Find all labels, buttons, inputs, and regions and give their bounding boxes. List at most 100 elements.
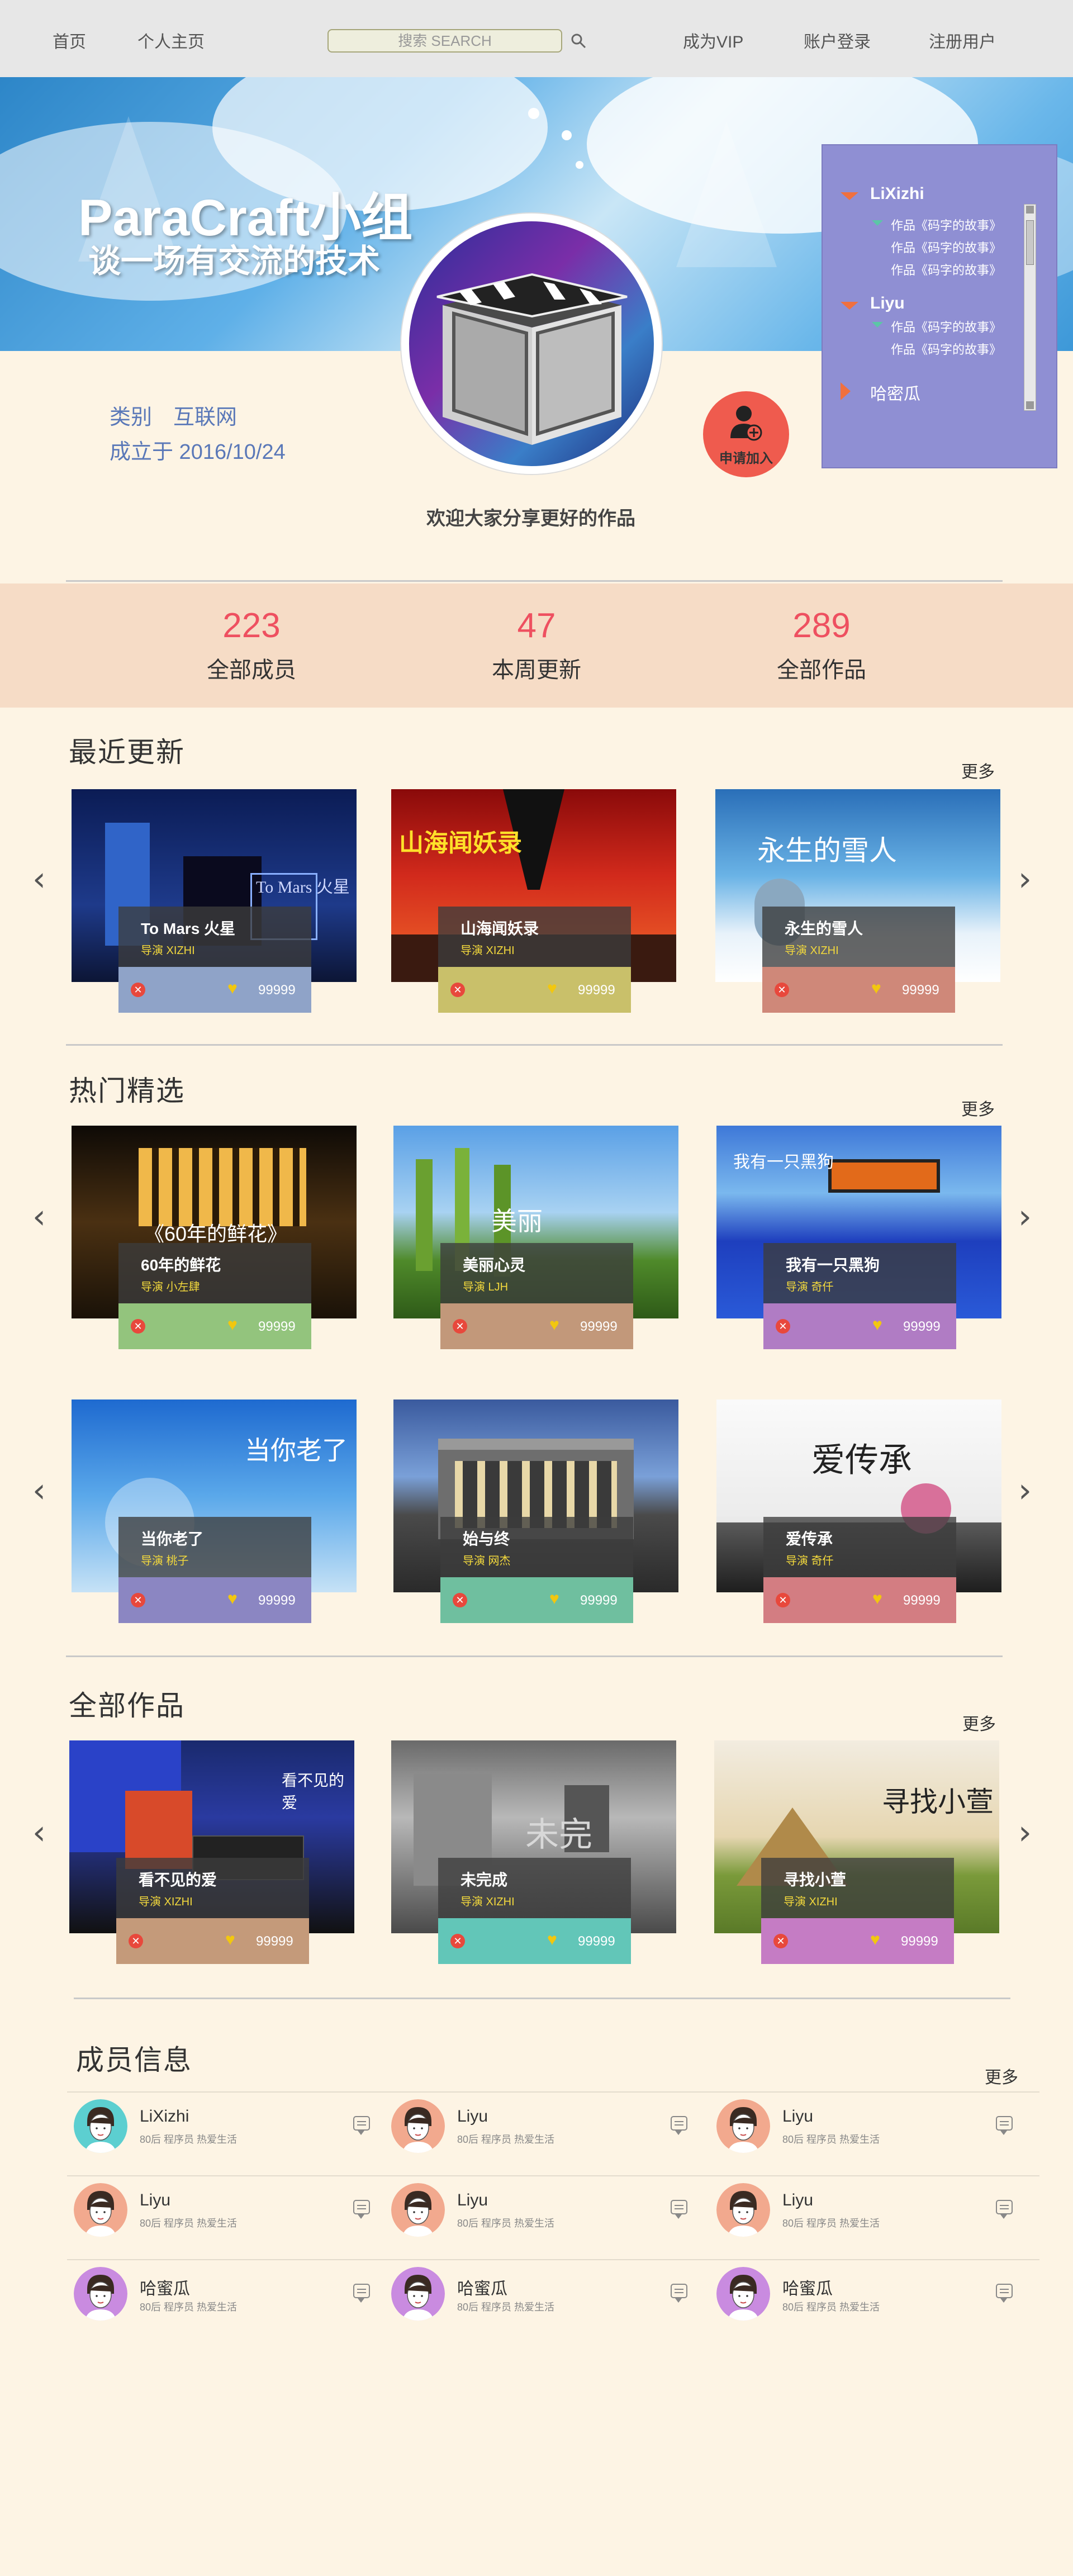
close-icon[interactable]: ✕ [776,1319,790,1334]
next-arrow-icon[interactable]: › [1018,1813,1032,1852]
prev-arrow-icon[interactable]: ‹ [32,1813,46,1852]
avatar[interactable] [716,2099,770,2153]
nav-vip-link[interactable]: 成为VIP [683,28,743,53]
avatar[interactable] [74,2099,127,2153]
heart-icon[interactable]: ♥ [547,1932,557,1948]
close-icon[interactable]: ✕ [131,1593,145,1607]
message-icon[interactable] [671,2116,687,2135]
heart-icon[interactable]: ♥ [870,1932,880,1948]
prev-arrow-icon[interactable]: ‹ [32,1197,46,1236]
heart-icon[interactable]: ♥ [227,1591,238,1607]
member-card[interactable]: 哈蜜瓜 80后 程序员 热爱生活 [74,2267,387,2328]
avatar[interactable] [716,2267,770,2321]
avatar[interactable] [391,2267,445,2321]
member-name[interactable]: 哈蜜瓜 [457,2275,507,2299]
work-card[interactable]: 爱传承 爱传承 导演 奇仟 ✕ ♥ 99999 [716,1400,1001,1623]
work-card[interactable]: 《60年的鲜花》 60年的鲜花 导演 小左肆 ✕ ♥ 99999 [72,1126,357,1349]
tree-user[interactable]: LiXizhi [870,184,924,203]
member-card[interactable]: 哈蜜瓜 80后 程序员 热爱生活 [716,2267,1029,2328]
search-input[interactable]: 搜索 SEARCH [327,29,562,53]
work-card[interactable]: 未完 未完成 导演 XIZHI ✕ ♥ 99999 [391,1740,676,1964]
heart-icon[interactable]: ♥ [872,1317,882,1334]
nav-login-link[interactable]: 账户登录 [804,28,871,53]
close-icon[interactable]: ✕ [129,1934,143,1948]
work-card[interactable]: 山海闻妖录 山海闻妖录 导演 XIZHI ✕ ♥ 99999 [391,789,676,1013]
message-icon[interactable] [353,2284,370,2303]
message-icon[interactable] [671,2200,687,2219]
work-card[interactable]: 当你老了 当你老了 导演 桃子 ✕ ♥ 99999 [72,1400,357,1623]
tree-work-item[interactable]: 作品《码字的故事》 [891,317,1001,335]
heart-icon[interactable]: ♥ [549,1591,559,1607]
stat-works-count[interactable]: 289 [710,606,933,646]
close-icon[interactable]: ✕ [131,983,145,997]
member-name[interactable]: Liyu [140,2191,170,2210]
member-name[interactable]: Liyu [782,2191,813,2210]
close-icon[interactable]: ✕ [453,1319,467,1334]
message-icon[interactable] [996,2200,1013,2219]
stat-updates-count[interactable]: 47 [425,606,648,646]
expand-arrow-icon[interactable] [841,302,858,310]
member-name[interactable]: 哈蜜瓜 [782,2275,833,2299]
members-more-link[interactable]: 更多 [985,2063,1018,2088]
member-name[interactable]: 哈蜜瓜 [140,2275,190,2299]
member-card[interactable]: Liyu 80后 程序员 热爱生活 [74,2183,387,2245]
heart-icon[interactable]: ♥ [547,980,557,997]
member-name[interactable]: LiXizhi [140,2107,189,2126]
search-icon[interactable] [570,32,587,49]
tree-user[interactable]: 哈密瓜 [870,380,920,405]
member-card[interactable]: Liyu 80后 程序员 热爱生活 [716,2183,1029,2245]
avatar[interactable] [391,2099,445,2153]
next-arrow-icon[interactable]: › [1018,1197,1032,1236]
work-card[interactable]: 看不见的爱 看不见的爱 导演 XIZHI ✕ ♥ 99999 [69,1740,354,1964]
tree-work-item[interactable]: 作品《码字的故事》 [891,340,1001,358]
nav-home-link[interactable]: 首页 [53,28,86,53]
close-icon[interactable]: ✕ [450,1934,465,1948]
member-name[interactable]: Liyu [457,2107,488,2126]
message-icon[interactable] [996,2116,1013,2135]
avatar[interactable] [74,2267,127,2321]
work-card[interactable]: 我有一只黑狗 我有一只黑狗 导演 奇仟 ✕ ♥ 99999 [716,1126,1001,1349]
stat-members-count[interactable]: 223 [140,606,363,646]
tree-work-item[interactable]: 作品《码字的故事》 [891,260,1001,278]
work-card[interactable]: 寻找小萱 寻找小萱 导演 XIZHI ✕ ♥ 99999 [714,1740,999,1964]
heart-icon[interactable]: ♥ [227,980,238,997]
member-name[interactable]: Liyu [782,2107,813,2126]
heart-icon[interactable]: ♥ [227,1317,238,1334]
join-group-button[interactable]: 申请加入 [703,391,789,477]
work-card[interactable]: 美丽 美丽心灵 导演 LJH ✕ ♥ 99999 [393,1126,678,1349]
work-card[interactable]: 永生的雪人 永生的雪人 导演 XIZHI ✕ ♥ 99999 [715,789,1000,1013]
heart-icon[interactable]: ♥ [549,1317,559,1334]
panel-scrollbar[interactable] [1024,204,1036,411]
member-name[interactable]: Liyu [457,2191,488,2210]
message-icon[interactable] [996,2284,1013,2303]
member-card[interactable]: Liyu 80后 程序员 热爱生活 [716,2099,1029,2161]
tree-work-item[interactable]: 作品《码字的故事》 [891,216,1001,234]
member-card[interactable]: Liyu 80后 程序员 热爱生活 [391,2099,704,2161]
tree-user[interactable]: Liyu [870,294,905,313]
nav-register-link[interactable]: 注册用户 [929,28,996,53]
next-arrow-icon[interactable]: › [1018,1471,1032,1510]
avatar[interactable] [74,2183,127,2237]
close-icon[interactable]: ✕ [131,1319,145,1334]
member-card[interactable]: 哈蜜瓜 80后 程序员 热爱生活 [391,2267,704,2328]
avatar[interactable] [716,2183,770,2237]
close-icon[interactable]: ✕ [776,1593,790,1607]
close-icon[interactable]: ✕ [775,983,789,997]
all-works-more-link[interactable]: 更多 [962,1710,996,1735]
collapse-arrow-icon[interactable] [841,382,851,400]
hot-more-link[interactable]: 更多 [961,1095,995,1120]
prev-arrow-icon[interactable]: ‹ [32,860,46,899]
close-icon[interactable]: ✕ [450,983,465,997]
message-icon[interactable] [353,2200,370,2219]
heart-icon[interactable]: ♥ [871,980,881,997]
close-icon[interactable]: ✕ [453,1593,467,1607]
recent-more-link[interactable]: 更多 [961,758,995,782]
message-icon[interactable] [671,2284,687,2303]
avatar[interactable] [391,2183,445,2237]
heart-icon[interactable]: ♥ [225,1932,235,1948]
next-arrow-icon[interactable]: › [1018,860,1032,899]
expand-arrow-icon[interactable] [841,192,858,200]
prev-arrow-icon[interactable]: ‹ [32,1471,46,1510]
nav-profile-link[interactable]: 个人主页 [137,28,205,53]
member-card[interactable]: LiXizhi 80后 程序员 热爱生活 [74,2099,387,2161]
